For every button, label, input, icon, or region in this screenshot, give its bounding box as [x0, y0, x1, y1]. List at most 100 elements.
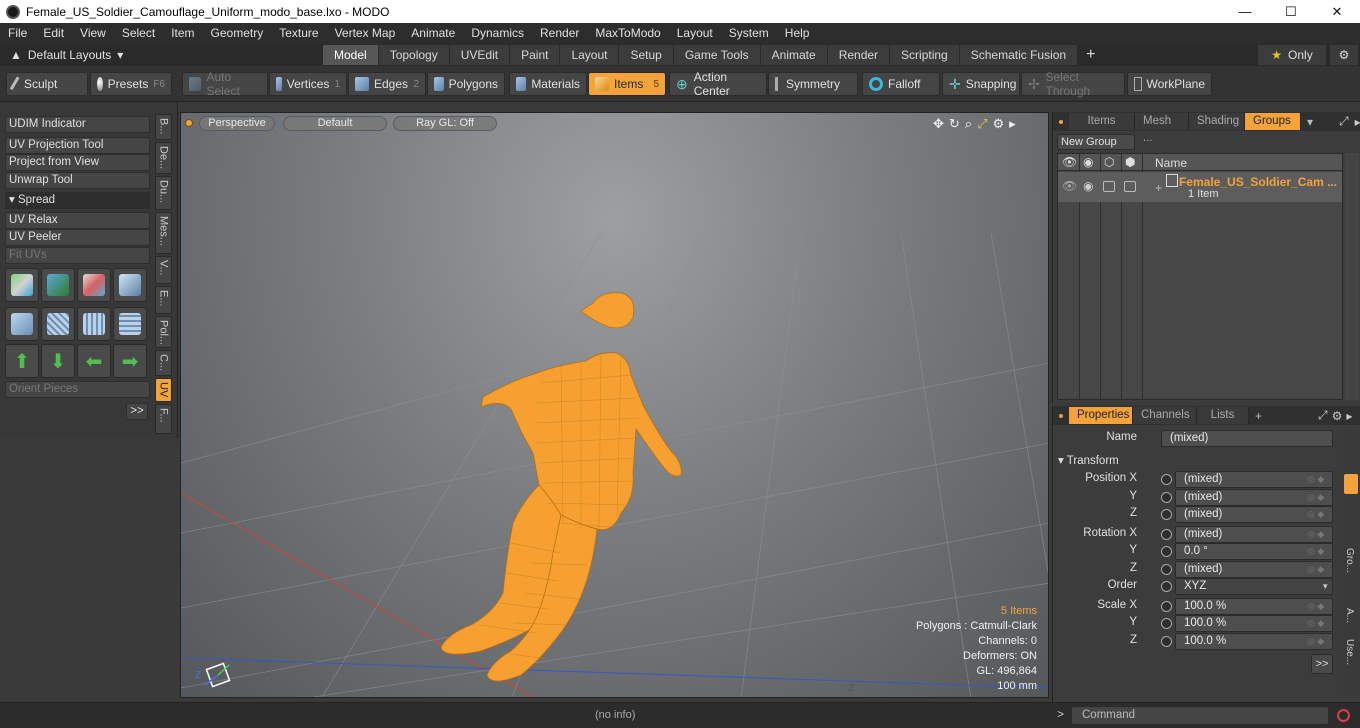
- side-tab-pol[interactable]: Pol...: [155, 316, 172, 348]
- uv-grid-icon[interactable]: [41, 307, 75, 341]
- raygl-toggle[interactable]: Ray GL: Off: [393, 115, 497, 131]
- menu-view[interactable]: View: [72, 23, 114, 44]
- tab-scripting[interactable]: Scripting: [890, 45, 960, 65]
- sculpt-button[interactable]: Sculpt: [6, 72, 88, 96]
- menu-system[interactable]: System: [721, 23, 777, 44]
- lock-checkbox[interactable]: [1103, 181, 1115, 192]
- edges-button[interactable]: Edges 2: [348, 72, 426, 96]
- only-toggle[interactable]: ★ Only: [1258, 45, 1326, 65]
- menu-texture[interactable]: Texture: [271, 23, 326, 44]
- menu-select[interactable]: Select: [114, 23, 163, 44]
- view-type-dropdown[interactable]: Perspective: [199, 115, 275, 131]
- menu-dynamics[interactable]: Dynamics: [463, 23, 532, 44]
- side-tab-a[interactable]: A...: [1344, 608, 1358, 623]
- select-through-button[interactable]: ✢ Select Through: [1021, 70, 1125, 98]
- uv-relax-button[interactable]: UV Relax: [5, 212, 150, 229]
- arrow-down-icon[interactable]: ⬇: [41, 344, 75, 378]
- side-tab-du[interactable]: Du...: [155, 176, 172, 210]
- uv-scale-tool-icon[interactable]: [113, 268, 147, 302]
- add-tab-icon[interactable]: +: [1255, 409, 1262, 423]
- expand-panel-icon[interactable]: ⤢: [1318, 408, 1328, 423]
- tab-groups[interactable]: Groups: [1245, 113, 1301, 130]
- menu-item[interactable]: Item: [163, 23, 202, 44]
- tab-schematic-fusion[interactable]: Schematic Fusion: [959, 45, 1079, 65]
- animate-dot-icon[interactable]: [1161, 636, 1172, 647]
- select-checkbox[interactable]: [1124, 181, 1136, 192]
- menu-vertex-map[interactable]: Vertex Map: [327, 23, 404, 44]
- expand-group-icon[interactable]: +: [1155, 181, 1162, 195]
- tab-animate[interactable]: Animate: [760, 45, 828, 65]
- presets-button[interactable]: Presets F6: [90, 72, 172, 96]
- close-button[interactable]: ✕: [1314, 0, 1360, 23]
- uv-move-tool-icon[interactable]: [5, 268, 39, 302]
- field-link-icon[interactable]: ◎ ◆: [1307, 601, 1329, 612]
- tabs-dropdown-icon[interactable]: ▾: [1307, 115, 1313, 129]
- menu-file[interactable]: File: [0, 23, 35, 44]
- panel-menu-dot[interactable]: [1059, 119, 1063, 124]
- viewport-menu-dot[interactable]: [185, 119, 193, 127]
- rotate-icon[interactable]: ↻: [949, 116, 960, 132]
- menu-geometry[interactable]: Geometry: [203, 23, 272, 44]
- tab-topology[interactable]: Topology: [378, 45, 450, 65]
- side-tab-uv[interactable]: UV: [155, 378, 172, 402]
- properties-gear-icon[interactable]: ⚙: [1332, 409, 1343, 423]
- spread-section-header[interactable]: ▾ Spread: [5, 192, 150, 209]
- animate-dot-icon[interactable]: [1161, 509, 1172, 520]
- field-link-icon[interactable]: ◎ ◆: [1307, 618, 1329, 629]
- field-link-icon[interactable]: ◎ ◆: [1307, 474, 1329, 485]
- side-tab-gro[interactable]: Gro...: [1344, 548, 1358, 573]
- arrow-left-icon[interactable]: ⬅: [77, 344, 111, 378]
- snapping-button[interactable]: ✛ Snapping: [942, 72, 1020, 96]
- expand-panel-icon[interactable]: ⤢: [1339, 114, 1349, 129]
- fit-icon[interactable]: ⤢: [977, 116, 987, 132]
- menu-maxtomodo[interactable]: MaxToModo: [587, 23, 668, 44]
- side-tab-e[interactable]: E...: [155, 286, 172, 314]
- polygons-button[interactable]: Polygons: [427, 72, 505, 96]
- zoom-icon[interactable]: ⌕: [965, 116, 972, 132]
- tab-uvedit[interactable]: UVEdit: [449, 45, 511, 65]
- viewport-gear-icon[interactable]: ⚙: [993, 116, 1005, 132]
- tab-render[interactable]: Render: [827, 45, 891, 65]
- name-field[interactable]: (mixed): [1161, 430, 1333, 447]
- viewport-expand-icon[interactable]: ▸: [1009, 116, 1016, 132]
- animate-dot-icon[interactable]: [1161, 492, 1172, 503]
- side-tab-b[interactable]: B...: [155, 114, 172, 140]
- field-link-icon[interactable]: ◎ ◆: [1307, 509, 1329, 520]
- action-center-button[interactable]: ⊕ Action Center: [669, 70, 767, 98]
- tab-mesh[interactable]: Mesh ...: [1135, 113, 1189, 144]
- arrow-right-icon[interactable]: ➡: [113, 344, 147, 378]
- render-toggle-icon[interactable]: ◉: [1083, 179, 1093, 193]
- side-tab-v[interactable]: V...: [155, 256, 172, 284]
- visibility-eye-icon[interactable]: 👁: [1062, 179, 1077, 193]
- side-tab-c[interactable]: C...: [155, 350, 172, 376]
- field-link-icon[interactable]: ◎ ◆: [1307, 636, 1329, 647]
- add-layout-tab-button[interactable]: +: [1078, 45, 1103, 65]
- tab-shading[interactable]: Shading: [1189, 113, 1245, 130]
- uv-pack-icon[interactable]: [113, 307, 147, 341]
- menu-layout[interactable]: Layout: [669, 23, 721, 44]
- animate-dot-icon[interactable]: [1161, 529, 1172, 540]
- auto-select-button[interactable]: Auto Select: [182, 70, 268, 98]
- tab-layout[interactable]: Layout: [560, 45, 620, 65]
- gear-icon[interactable]: ⚙: [1330, 45, 1358, 65]
- side-tab-use[interactable]: Use...: [1344, 639, 1358, 665]
- animate-dot-icon[interactable]: [1161, 601, 1172, 612]
- uv-straighten-icon[interactable]: [77, 307, 111, 341]
- new-group-button[interactable]: New Group: [1057, 134, 1135, 150]
- unwrap-tool-button[interactable]: Unwrap Tool: [5, 172, 150, 189]
- minimize-button[interactable]: —: [1222, 0, 1268, 23]
- field-link-icon[interactable]: ◎ ◆: [1307, 546, 1329, 557]
- tab-game-tools[interactable]: Game Tools: [673, 45, 761, 65]
- menu-help[interactable]: Help: [777, 23, 818, 44]
- uv-rotate-tool-icon[interactable]: [41, 268, 75, 302]
- items-button[interactable]: Items 5: [588, 72, 666, 96]
- workplane-button[interactable]: WorkPlane: [1127, 72, 1212, 96]
- side-tab-mes[interactable]: Mes...: [155, 212, 172, 254]
- field-link-icon[interactable]: ◎ ◆: [1307, 492, 1329, 503]
- panel-menu-dot[interactable]: [1059, 413, 1063, 418]
- properties-more-button[interactable]: >>: [1311, 654, 1333, 674]
- order-dropdown[interactable]: XYZ: [1175, 578, 1333, 595]
- fit-uvs-button[interactable]: Fit UVs: [5, 247, 150, 264]
- materials-button[interactable]: Materials: [509, 72, 587, 96]
- animate-dot-icon[interactable]: [1161, 546, 1172, 557]
